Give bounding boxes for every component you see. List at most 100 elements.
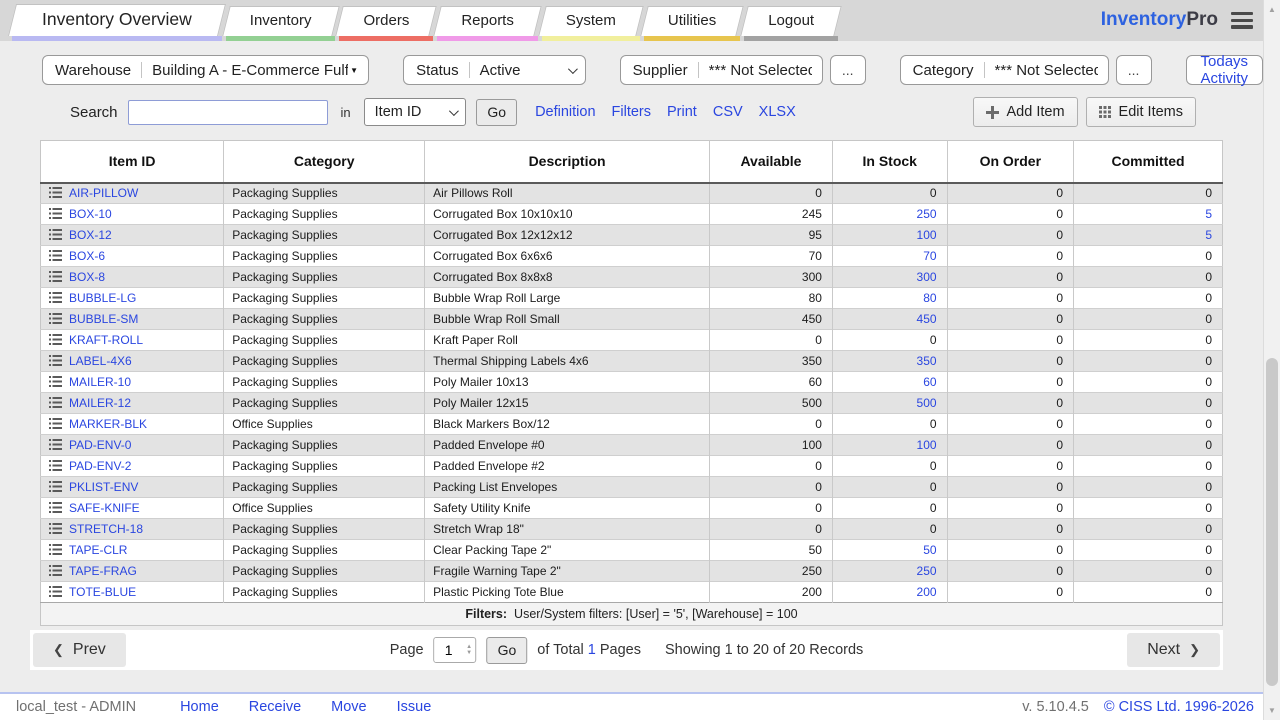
prev-page-button[interactable]: ❮ Prev (33, 633, 126, 667)
item-menu-icon[interactable] (49, 271, 62, 285)
page-number-input[interactable] (435, 638, 463, 662)
link-xlsx[interactable]: XLSX (759, 104, 796, 120)
item-in-stock[interactable]: 100 (832, 435, 947, 456)
tab-inventory[interactable]: Inventory (226, 5, 336, 41)
item-in-stock[interactable]: 250 (832, 204, 947, 225)
col-header-in-stock[interactable]: In Stock (832, 141, 947, 183)
item-id-link[interactable]: TAPE-FRAG (69, 564, 137, 578)
item-committed[interactable]: 5 (1074, 204, 1223, 225)
item-menu-icon[interactable] (49, 376, 62, 390)
todays-activity-button[interactable]: Todays Activity (1186, 55, 1264, 85)
tab-inventory-overview[interactable]: Inventory Overview (12, 3, 222, 41)
item-menu-icon[interactable] (49, 481, 62, 495)
item-id-link[interactable]: MARKER-BLK (69, 417, 147, 431)
link-issue[interactable]: Issue (397, 699, 432, 715)
search-field-select[interactable]: Item ID (364, 98, 467, 126)
item-id-link[interactable]: BUBBLE-LG (69, 291, 136, 305)
item-id-link[interactable]: LABEL-4X6 (69, 354, 132, 368)
item-menu-icon[interactable] (49, 502, 62, 516)
status-filter[interactable]: Status Active (403, 55, 586, 85)
item-menu-icon[interactable] (49, 334, 62, 348)
link-filters[interactable]: Filters (612, 104, 651, 120)
page-go-button[interactable]: Go (487, 637, 528, 664)
item-menu-icon[interactable] (49, 460, 62, 474)
category-browse-button[interactable]: ... (1116, 55, 1152, 85)
col-header-item-id[interactable]: Item ID (41, 141, 224, 183)
item-in-stock[interactable]: 60 (832, 372, 947, 393)
scrollbar-thumb[interactable] (1266, 358, 1278, 686)
item-committed[interactable]: 5 (1074, 225, 1223, 246)
item-menu-icon[interactable] (49, 250, 62, 264)
item-menu-icon[interactable] (49, 544, 62, 558)
item-id-link[interactable]: BOX-12 (69, 228, 112, 242)
link-csv[interactable]: CSV (713, 104, 743, 120)
item-in-stock[interactable]: 70 (832, 246, 947, 267)
item-menu-icon[interactable] (49, 355, 62, 369)
item-id-link[interactable]: MAILER-12 (69, 396, 131, 410)
hamburger-menu-icon[interactable] (1231, 12, 1253, 29)
item-in-stock[interactable]: 50 (832, 540, 947, 561)
item-id-link[interactable]: KRAFT-ROLL (69, 333, 143, 347)
tab-logout[interactable]: Logout (744, 5, 838, 41)
scroll-down-arrow-icon[interactable]: ▼ (1264, 703, 1280, 718)
tab-orders[interactable]: Orders (339, 5, 433, 41)
item-in-stock[interactable]: 450 (832, 309, 947, 330)
item-id-link[interactable]: PAD-ENV-2 (69, 459, 131, 473)
item-menu-icon[interactable] (49, 418, 62, 432)
item-menu-icon[interactable] (49, 439, 62, 453)
item-id-link[interactable]: PKLIST-ENV (69, 480, 138, 494)
supplier-filter[interactable]: Supplier *** Not Selected (620, 55, 823, 85)
item-id-link[interactable]: PAD-ENV-0 (69, 438, 131, 452)
link-move[interactable]: Move (331, 699, 366, 715)
item-id-link[interactable]: TOTE-BLUE (69, 585, 136, 599)
item-menu-icon[interactable] (49, 565, 62, 579)
item-id-link[interactable]: MAILER-10 (69, 375, 131, 389)
item-menu-icon[interactable] (49, 586, 62, 600)
link-print[interactable]: Print (667, 104, 697, 120)
item-menu-icon[interactable] (49, 229, 62, 243)
item-menu-icon[interactable] (49, 208, 62, 222)
item-in-stock[interactable]: 350 (832, 351, 947, 372)
scroll-up-arrow-icon[interactable]: ▲ (1264, 2, 1280, 17)
col-header-available[interactable]: Available (710, 141, 833, 183)
item-in-stock[interactable]: 250 (832, 561, 947, 582)
item-id-link[interactable]: BOX-8 (69, 270, 105, 284)
supplier-browse-button[interactable]: ... (830, 55, 866, 85)
warehouse-filter[interactable]: Warehouse Building A - E-Commerce Fulfil… (42, 55, 369, 85)
item-menu-icon[interactable] (49, 292, 62, 306)
item-id-link[interactable]: AIR-PILLOW (69, 186, 138, 200)
item-id-link[interactable]: TAPE-CLR (69, 543, 127, 557)
item-menu-icon[interactable] (49, 397, 62, 411)
vertical-scrollbar[interactable]: ▲ ▼ (1263, 0, 1280, 720)
col-header-on-order[interactable]: On Order (947, 141, 1073, 183)
item-in-stock[interactable]: 500 (832, 393, 947, 414)
col-header-category[interactable]: Category (224, 141, 425, 183)
tab-system[interactable]: System (542, 5, 640, 41)
item-menu-icon[interactable] (49, 187, 62, 201)
tab-utilities[interactable]: Utilities (644, 5, 740, 41)
col-header-committed[interactable]: Committed (1074, 141, 1223, 183)
copyright-link[interactable]: © CISS Ltd. 1996-2026 (1104, 699, 1254, 715)
col-header-description[interactable]: Description (425, 141, 710, 183)
item-in-stock[interactable]: 100 (832, 225, 947, 246)
search-input[interactable] (128, 100, 328, 125)
stepper-arrows-icon[interactable]: ▲▼ (463, 638, 476, 662)
item-id-link[interactable]: SAFE-KNIFE (69, 501, 140, 515)
item-in-stock[interactable]: 300 (832, 267, 947, 288)
edit-items-button[interactable]: Edit Items (1086, 97, 1196, 127)
item-menu-icon[interactable] (49, 313, 62, 327)
item-in-stock[interactable]: 200 (832, 582, 947, 603)
item-menu-icon[interactable] (49, 523, 62, 537)
item-id-link[interactable]: BUBBLE-SM (69, 312, 138, 326)
item-id-link[interactable]: STRETCH-18 (69, 522, 143, 536)
item-id-link[interactable]: BOX-6 (69, 249, 105, 263)
search-go-button[interactable]: Go (476, 99, 517, 126)
next-page-button[interactable]: Next ❯ (1127, 633, 1220, 667)
link-home[interactable]: Home (180, 699, 219, 715)
add-item-button[interactable]: Add Item (973, 97, 1078, 127)
item-id-link[interactable]: BOX-10 (69, 207, 112, 221)
item-in-stock[interactable]: 80 (832, 288, 947, 309)
link-receive[interactable]: Receive (249, 699, 301, 715)
link-definition[interactable]: Definition (535, 104, 595, 120)
category-filter[interactable]: Category *** Not Selected (900, 55, 1109, 85)
